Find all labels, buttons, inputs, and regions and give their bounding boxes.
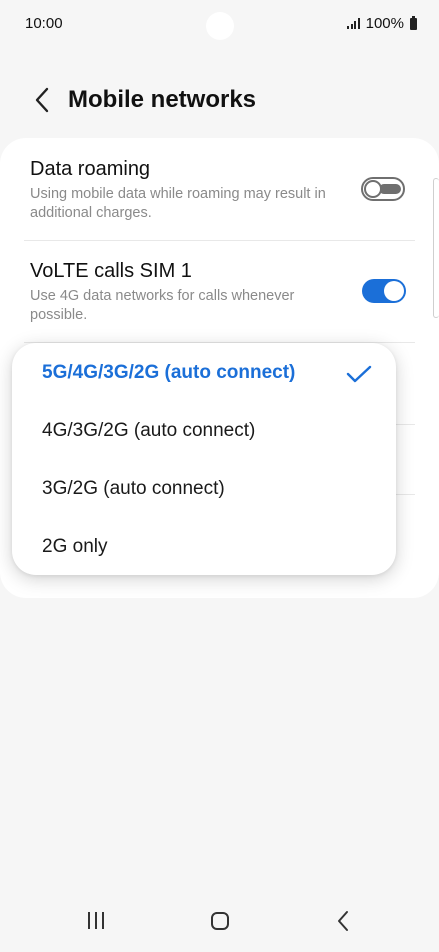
divider	[24, 240, 415, 241]
home-icon[interactable]	[211, 912, 229, 930]
back-button[interactable]	[22, 80, 62, 120]
network-mode-menu: 5G/4G/3G/2G (auto connect) 4G/3G/2G (aut…	[12, 343, 396, 575]
setting-volte-calls[interactable]: VoLTE calls SIM 1 Use 4G data networks f…	[30, 260, 350, 325]
toggle-knob	[384, 281, 404, 301]
scrollbar[interactable]	[433, 178, 439, 318]
signal-icon	[347, 18, 360, 29]
menu-option-2g-only[interactable]: 2G only	[42, 536, 107, 558]
toggle-knob	[364, 180, 382, 198]
back-icon[interactable]	[336, 910, 350, 932]
page-title: Mobile networks	[68, 86, 257, 113]
setting-title: VoLTE calls SIM 1	[30, 260, 192, 282]
menu-option-4g-3g-2g[interactable]: 4G/3G/2G (auto connect)	[42, 420, 255, 442]
setting-subtitle: Using mobile data while roaming may resu…	[30, 186, 326, 221]
setting-title: Data roaming	[30, 158, 151, 180]
status-time: 10:00	[25, 15, 63, 32]
setting-data-roaming[interactable]: Data roaming Using mobile data while roa…	[30, 158, 350, 223]
chevron-left-icon	[35, 87, 49, 113]
setting-subtitle: Use 4G data networks for calls whenever …	[30, 288, 295, 323]
recent-apps-icon[interactable]	[88, 912, 104, 929]
battery-icon	[410, 15, 417, 30]
status-indicators: 100%	[347, 15, 417, 32]
volte-toggle[interactable]	[362, 279, 406, 303]
battery-percentage: 100%	[365, 15, 404, 32]
data-roaming-toggle[interactable]	[361, 177, 405, 201]
menu-option-3g-2g[interactable]: 3G/2G (auto connect)	[42, 478, 225, 500]
divider	[396, 424, 415, 425]
divider	[396, 494, 415, 495]
camera-cutout	[206, 12, 234, 40]
menu-option-5g-4g-3g-2g[interactable]: 5G/4G/3G/2G (auto connect)	[42, 362, 295, 384]
checkmark-icon	[346, 365, 372, 383]
